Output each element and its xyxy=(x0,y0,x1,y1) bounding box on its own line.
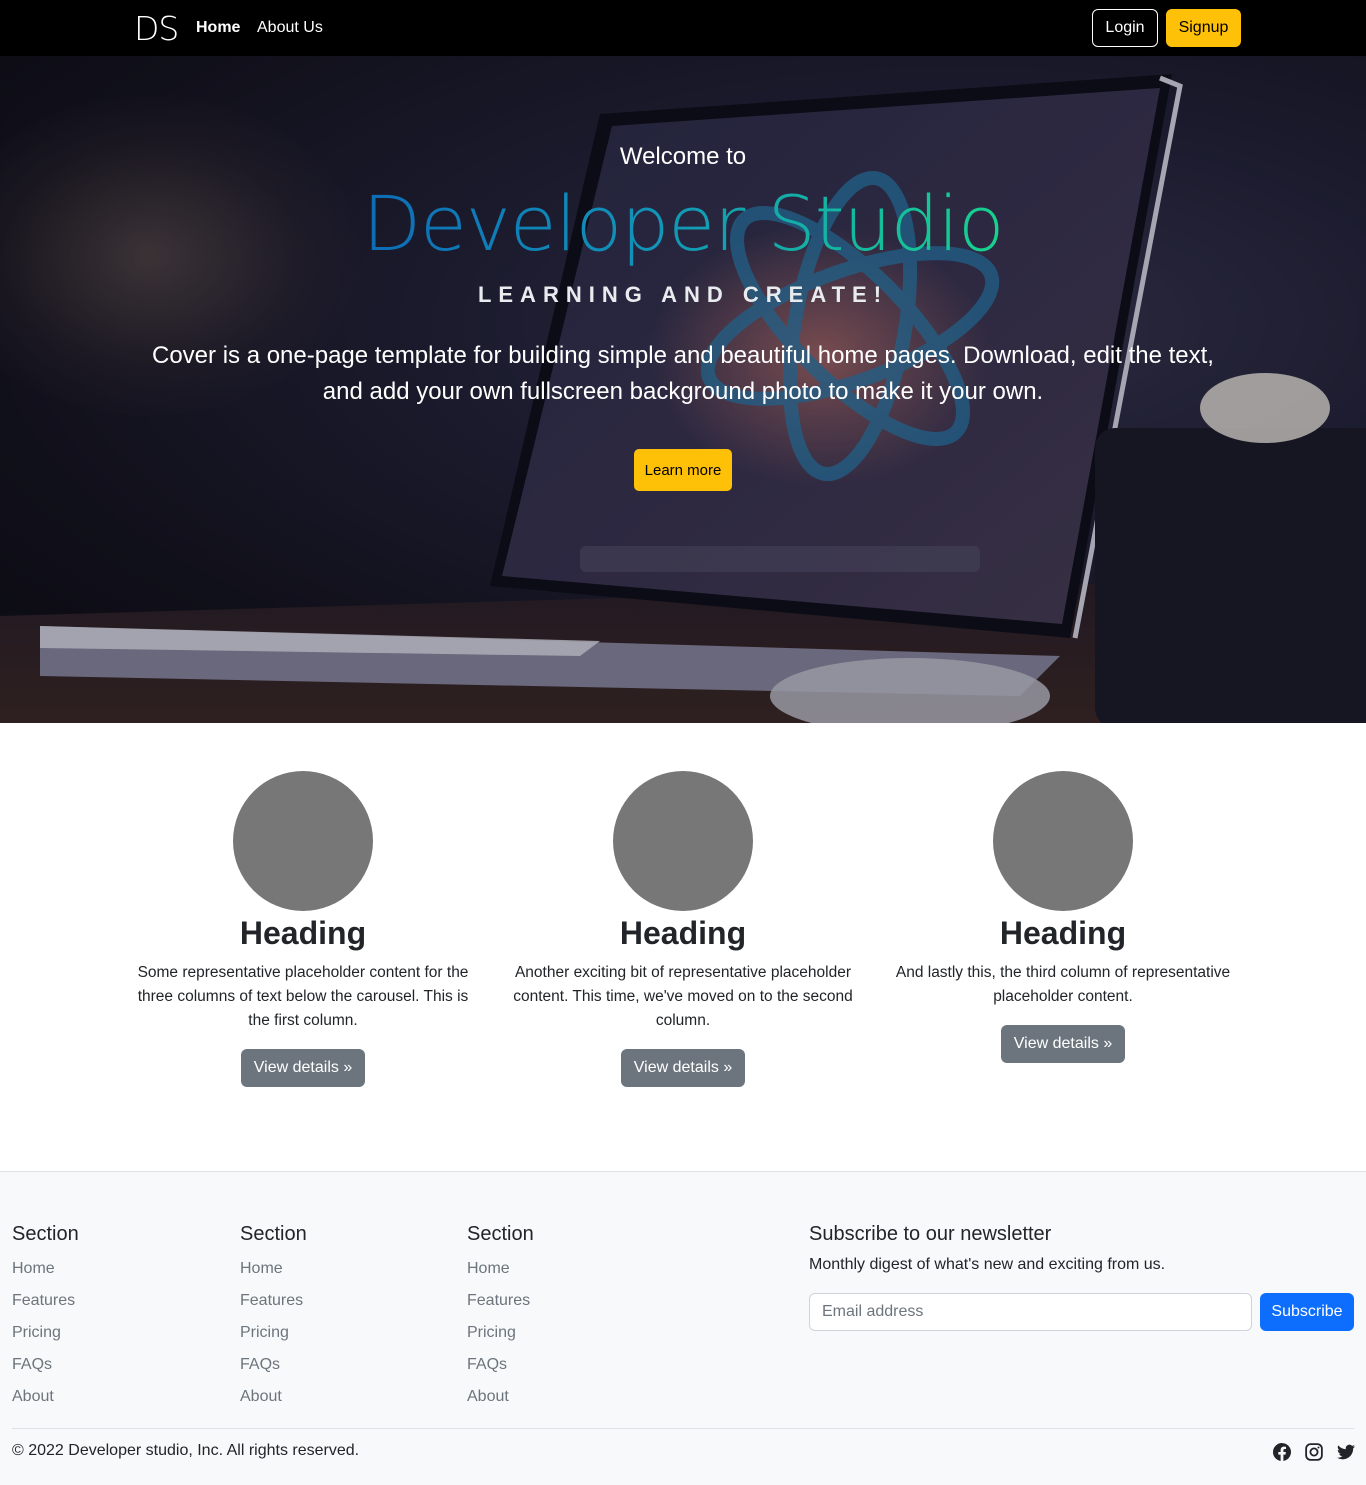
feature-column-3: Heading And lastly this, the third colum… xyxy=(873,771,1253,1063)
navbar: DS Home About Us Login Signup xyxy=(0,0,1366,56)
footer-section-title: Section xyxy=(240,1223,307,1245)
footer-link-home[interactable]: Home xyxy=(12,1253,79,1285)
twitter-icon[interactable] xyxy=(1337,1443,1355,1461)
footer-link-home[interactable]: Home xyxy=(240,1253,307,1285)
feature-text: Some representative placeholder content … xyxy=(137,964,469,1029)
footer-link-about[interactable]: About xyxy=(240,1381,307,1413)
feature-heading: Heading xyxy=(999,915,1127,951)
footer: Section Home Features Pricing FAQs About… xyxy=(0,1171,1366,1485)
hero-lead-text: Cover is a one-page template for buildin… xyxy=(152,342,1214,405)
footer-section-3: Section Home Features Pricing FAQs About xyxy=(467,1222,534,1413)
feature-heading: Heading xyxy=(239,915,367,951)
feature-heading: Heading xyxy=(619,915,747,951)
nav-link-home[interactable]: Home xyxy=(196,18,240,38)
newsletter-description: Monthly digest of what's new and excitin… xyxy=(809,1256,1166,1273)
footer-link-about[interactable]: About xyxy=(467,1381,534,1413)
footer-section-1: Section Home Features Pricing FAQs About xyxy=(12,1222,79,1413)
hero-title-text: Developer Studio xyxy=(362,179,1004,268)
instagram-icon[interactable] xyxy=(1305,1443,1323,1461)
subscribe-button[interactable]: Subscribe xyxy=(1260,1293,1354,1331)
footer-link-pricing[interactable]: Pricing xyxy=(12,1317,79,1349)
feature-text: Another exciting bit of representative p… xyxy=(513,964,853,1029)
newsletter-form: Subscribe to our newsletter Monthly dige… xyxy=(809,1222,1354,1331)
feature-column-2: Heading Another exciting bit of represen… xyxy=(493,771,873,1087)
footer-link-features[interactable]: Features xyxy=(12,1285,79,1317)
signup-button[interactable]: Signup xyxy=(1166,9,1241,47)
view-details-button[interactable]: View details » xyxy=(1000,1025,1126,1063)
footer-link-faqs[interactable]: FAQs xyxy=(12,1349,79,1381)
feature-placeholder-image xyxy=(993,771,1133,911)
brand-logo[interactable]: DS xyxy=(134,10,179,48)
feature-text: And lastly this, the third column of rep… xyxy=(895,964,1231,1005)
feature-column-1: Heading Some representative placeholder … xyxy=(113,771,493,1087)
copyright-text: © 2022 Developer studio, Inc. All rights… xyxy=(12,1442,360,1459)
footer-section-title: Section xyxy=(12,1223,79,1245)
hero-section: Welcome to Developer Studio LEARNING AND… xyxy=(0,56,1366,723)
footer-divider xyxy=(12,1428,1354,1429)
footer-section-2: Section Home Features Pricing FAQs About xyxy=(240,1222,307,1413)
hero-title: Developer Studio xyxy=(0,182,1366,266)
footer-link-faqs[interactable]: FAQs xyxy=(467,1349,534,1381)
footer-link-features[interactable]: Features xyxy=(240,1285,307,1317)
hero-tagline: LEARNING AND CREATE! xyxy=(477,282,889,307)
footer-link-features[interactable]: Features xyxy=(467,1285,534,1317)
login-button[interactable]: Login xyxy=(1092,9,1158,47)
email-input[interactable] xyxy=(809,1293,1252,1331)
newsletter-title: Subscribe to our newsletter xyxy=(809,1223,1052,1245)
learn-more-button[interactable]: Learn more xyxy=(634,449,732,491)
view-details-button[interactable]: View details » xyxy=(620,1049,746,1087)
feature-placeholder-image xyxy=(613,771,753,911)
footer-link-about[interactable]: About xyxy=(12,1381,79,1413)
footer-link-pricing[interactable]: Pricing xyxy=(240,1317,307,1349)
hero-welcome-text: Welcome to xyxy=(619,143,747,170)
facebook-icon[interactable] xyxy=(1273,1443,1291,1461)
nav-link-about-us[interactable]: About Us xyxy=(257,18,323,38)
footer-section-title: Section xyxy=(467,1223,534,1245)
view-details-button[interactable]: View details » xyxy=(240,1049,366,1087)
feature-placeholder-image xyxy=(233,771,373,911)
footer-link-pricing[interactable]: Pricing xyxy=(467,1317,534,1349)
footer-link-faqs[interactable]: FAQs xyxy=(240,1349,307,1381)
footer-link-home[interactable]: Home xyxy=(467,1253,534,1285)
